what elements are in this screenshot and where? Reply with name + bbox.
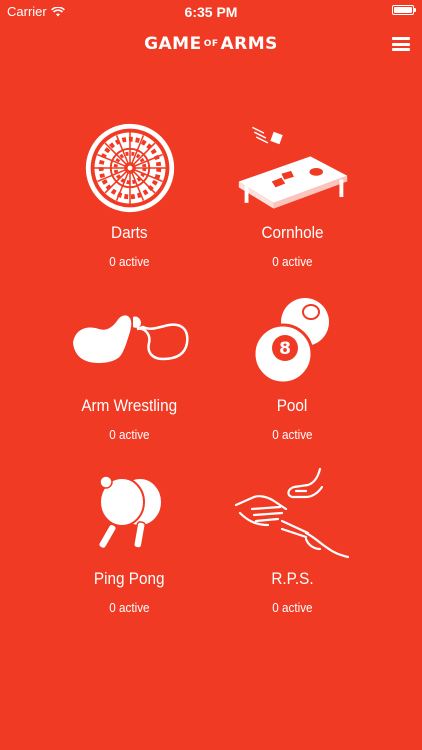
ping-pong-paddles-icon	[97, 474, 163, 549]
game-name: Arm Wrestling	[81, 396, 178, 415]
game-active-count: 0 active	[272, 600, 313, 615]
games-grid: Darts 0 active Cornhole 0 active Arm Wre…	[48, 120, 374, 639]
dartboard-icon	[85, 123, 174, 212]
app-logo: GAME OF ARMS	[0, 34, 422, 54]
game-name: Cornhole	[261, 223, 324, 242]
game-name: R.P.S.	[271, 569, 314, 588]
status-time: 6:35 PM	[184, 4, 238, 20]
logo-word-game: GAME	[144, 34, 202, 54]
rock-paper-scissors-icon	[234, 467, 349, 558]
game-tile-pool[interactable]: 8 Pool 0 active	[211, 293, 374, 466]
game-active-count: 0 active	[109, 427, 150, 442]
battery-icon	[392, 5, 416, 15]
hamburger-menu-icon[interactable]	[392, 37, 410, 51]
game-active-count: 0 active	[272, 427, 313, 442]
cornhole-board-icon	[238, 126, 347, 209]
game-tile-ping-pong[interactable]: Ping Pong 0 active	[48, 466, 211, 639]
game-tile-cornhole[interactable]: Cornhole 0 active	[211, 120, 374, 293]
game-name: Ping Pong	[94, 569, 165, 588]
nav-bar: GAME OF ARMS	[0, 22, 422, 66]
game-name: Pool	[277, 396, 308, 415]
game-active-count: 0 active	[109, 254, 150, 269]
status-bar: Carrier 6:35 PM	[0, 0, 422, 22]
game-tile-rps[interactable]: R.P.S. 0 active	[211, 466, 374, 639]
game-active-count: 0 active	[272, 254, 313, 269]
game-tile-darts[interactable]: Darts 0 active	[48, 120, 211, 293]
billiard-balls-icon: 8	[252, 297, 329, 384]
svg-text:8: 8	[279, 339, 291, 359]
logo-word-arms: ARMS	[220, 34, 278, 54]
game-name: Darts	[111, 223, 148, 242]
arm-wrestling-icon	[72, 314, 189, 363]
logo-word-of: OF	[203, 39, 219, 49]
game-active-count: 0 active	[109, 600, 150, 615]
game-tile-arm-wrestling[interactable]: Arm Wrestling 0 active	[48, 293, 211, 466]
